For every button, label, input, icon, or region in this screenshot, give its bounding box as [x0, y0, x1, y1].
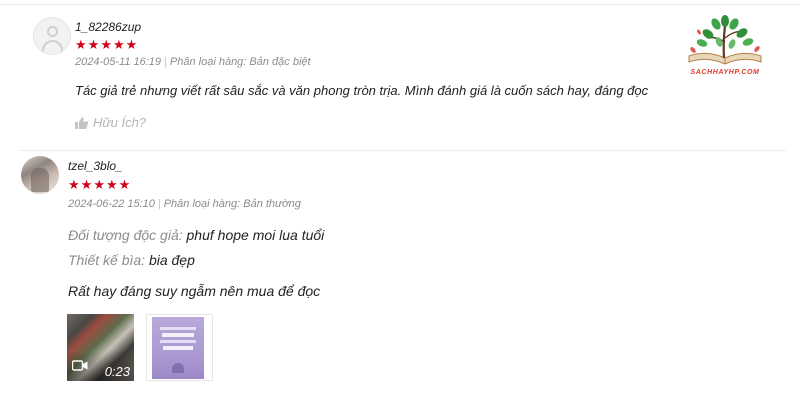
attribute-key: Thiết kế bìa:	[68, 252, 146, 268]
review-content: Rất hay đáng suy ngẫm nên mua để đọc	[68, 283, 321, 299]
book-cover-image	[152, 317, 204, 379]
star-icon: ★	[100, 37, 112, 52]
meta-separator: |	[164, 56, 167, 68]
video-camera-icon	[71, 358, 88, 376]
rating-stars: ★ ★ ★ ★ ★	[68, 178, 130, 191]
site-logo: SACHHAYHP.COM	[675, 12, 775, 84]
tree-book-logo-icon	[688, 15, 762, 65]
review-date: 2024-06-22 15:10	[68, 198, 155, 210]
review-content: Tác giả trẻ nhưng viết rất sâu sắc và vă…	[75, 83, 649, 98]
helpful-button[interactable]: Hữu Ích?	[75, 115, 146, 130]
attribute-key: Đối tượng độc giả:	[68, 227, 183, 243]
review-item: tzel_3blo_ ★ ★ ★ ★ ★ 2024-06-22 15:10 | Ph…	[0, 150, 800, 400]
meta-separator: |	[157, 198, 161, 210]
review-meta: 2024-06-22 15:10 | Phân loại hàng: Bản thư…	[68, 198, 301, 210]
star-icon: ★	[93, 177, 105, 192]
variation-label: Phân loại hàng:	[169, 56, 247, 68]
variation-label: Phân loại hàng:	[163, 198, 241, 210]
star-icon: ★	[118, 177, 131, 192]
review-username[interactable]: tzel_3blo_	[68, 159, 123, 173]
review-image-thumbnail[interactable]	[146, 314, 213, 381]
star-icon: ★	[105, 177, 118, 192]
default-avatar-icon	[47, 26, 58, 37]
variation-value: Bản đặc biệt	[249, 56, 311, 68]
review-date: 2024-05-11 16:19	[75, 56, 162, 68]
star-icon: ★	[87, 37, 100, 52]
star-icon: ★	[125, 37, 138, 52]
attribute-value: phuf hope moi lua tuổi	[186, 227, 325, 243]
variation-value: Bản thường	[243, 198, 301, 210]
thumbs-up-icon	[75, 116, 88, 129]
video-duration: 0:23	[104, 364, 130, 379]
review-attribute: Thiết kế bìa: bia đẹp	[68, 252, 195, 268]
review-attribute: Đối tượng độc giả: phuf hope moi lua tuổ…	[68, 227, 324, 243]
review-username[interactable]: 1_82286zup	[75, 20, 141, 34]
review-video-thumbnail[interactable]: 0:23	[67, 314, 134, 381]
helpful-label: Hữu Ích?	[93, 115, 147, 130]
star-icon: ★	[112, 37, 125, 52]
review-meta: 2024-05-11 16:19 | Phân loại hàng: Bản đặc…	[75, 56, 311, 68]
avatar[interactable]	[21, 156, 59, 194]
attribute-value: bia đẹp	[148, 252, 195, 268]
star-icon: ★	[68, 177, 80, 192]
avatar[interactable]	[33, 17, 71, 55]
star-icon: ★	[75, 37, 87, 52]
rating-stars: ★ ★ ★ ★ ★	[75, 38, 137, 51]
logo-text: SACHHAYHP.COM	[690, 69, 760, 76]
star-icon: ★	[80, 177, 93, 192]
